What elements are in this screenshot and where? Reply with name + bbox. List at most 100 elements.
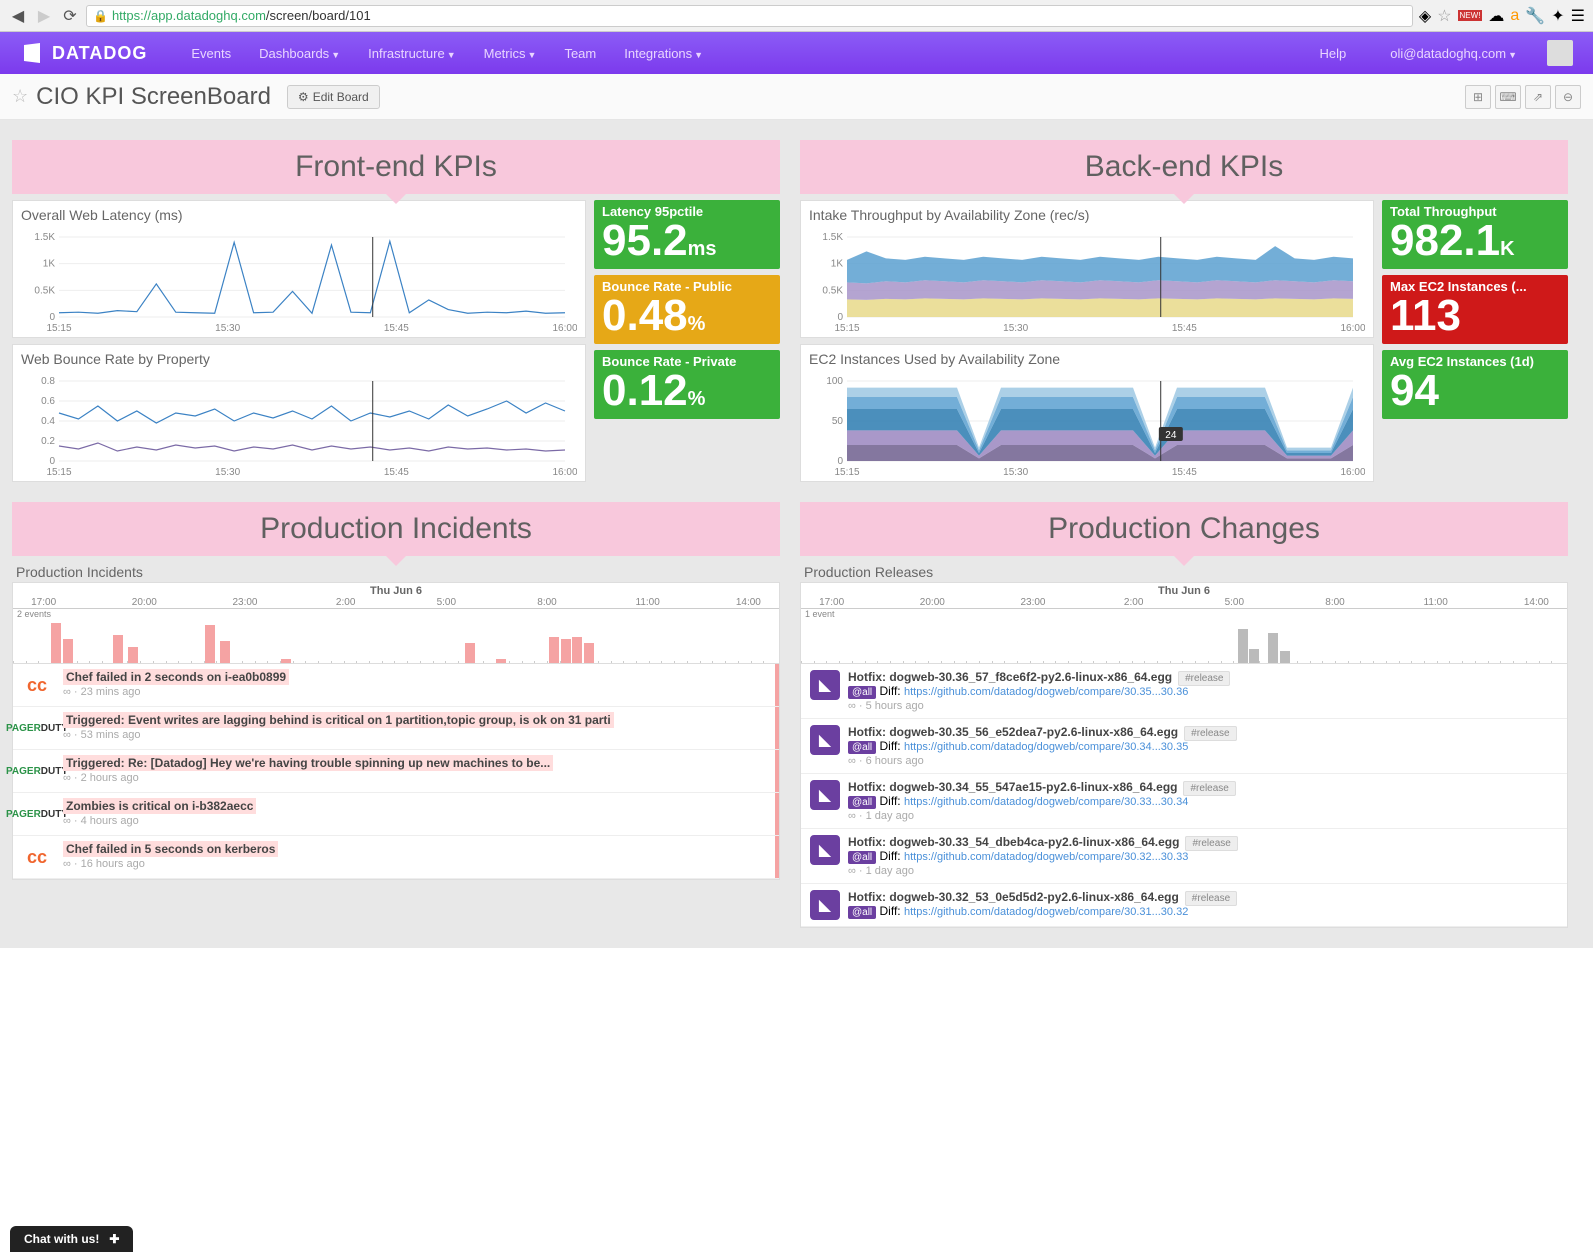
event-item[interactable]: ◣Hotfix: dogweb-30.34_55_547ae15-py2.6-l…: [801, 774, 1567, 829]
ext-icon[interactable]: 🔧: [1525, 6, 1545, 26]
section-title: Production Changes: [1048, 512, 1320, 546]
timeline-tick: 17:00: [31, 597, 56, 608]
svg-text:15:15: 15:15: [834, 323, 859, 333]
star-icon[interactable]: ☆: [1437, 6, 1451, 26]
datadog-icon: ◣: [810, 890, 840, 920]
url-host: https://app.datadoghq.com: [112, 8, 266, 23]
ext-icon[interactable]: ◈: [1419, 6, 1431, 26]
section-header: Production Incidents: [12, 502, 780, 556]
chart-svg: 05010015:1515:3015:4516:0024: [809, 377, 1365, 477]
svg-text:15:30: 15:30: [1003, 467, 1028, 477]
ext-icon[interactable]: ☁: [1488, 6, 1504, 26]
timeline-bar: [113, 635, 123, 664]
chart-latency[interactable]: Overall Web Latency (ms) 00.5K1K1.5K15:1…: [12, 200, 586, 338]
chat-widget[interactable]: Chat with us! ✚: [10, 1226, 133, 1252]
diff-link[interactable]: https://github.com/datadog/dogweb/compar…: [904, 686, 1188, 698]
ext-icon[interactable]: ✦: [1551, 6, 1564, 26]
kpi-tile[interactable]: Avg EC2 Instances (1d)94: [1382, 350, 1568, 419]
reload-button[interactable]: ⟳: [60, 6, 80, 26]
pagerduty-icon: PAGERDUTY: [19, 713, 55, 743]
event-item[interactable]: PAGERDUTYZombies is critical on i-b382ae…: [13, 793, 779, 836]
event-title: Hotfix: dogweb-30.33_54_dbeb4ca-py2.6-li…: [848, 835, 1179, 849]
diff-link[interactable]: https://github.com/datadog/dogweb/compar…: [904, 796, 1188, 808]
kpi-tile[interactable]: Max EC2 Instances (...113: [1382, 275, 1568, 344]
timeline-bar: [561, 639, 571, 664]
star-icon[interactable]: ☆: [12, 86, 28, 107]
pagerduty-icon: PAGERDUTY: [19, 756, 55, 786]
timeline-bar: [1249, 649, 1259, 664]
diff-link[interactable]: https://github.com/datadog/dogweb/compar…: [904, 851, 1188, 863]
svg-text:15:30: 15:30: [215, 467, 240, 477]
event-item[interactable]: ◣Hotfix: dogweb-30.35_56_e52dea7-py2.6-l…: [801, 719, 1567, 774]
back-button[interactable]: ◀: [8, 6, 28, 26]
event-item[interactable]: ◣Hotfix: dogweb-30.33_54_dbeb4ca-py2.6-l…: [801, 829, 1567, 884]
url-bar[interactable]: 🔒 https://app.datadoghq.com/screen/board…: [86, 5, 1413, 27]
logo[interactable]: DATADOG: [20, 41, 147, 65]
ext-icon[interactable]: a: [1510, 7, 1519, 25]
user-menu[interactable]: oli@datadoghq.com▼: [1376, 46, 1531, 61]
section-backend: Back-end KPIs Intake Throughput by Avail…: [800, 140, 1568, 482]
svg-text:0: 0: [49, 456, 55, 467]
kpi-tile[interactable]: Bounce Rate - Public0.48%: [594, 275, 780, 344]
grid-icon[interactable]: ⊞: [1465, 85, 1491, 109]
plus-icon: ✚: [109, 1232, 119, 1246]
nav-help[interactable]: Help: [1306, 46, 1361, 61]
svg-text:0.2: 0.2: [41, 436, 55, 447]
nav-metrics[interactable]: Metrics▼: [470, 46, 551, 61]
event-item[interactable]: ccChef failed in 2 seconds on i-ea0b0899…: [13, 664, 779, 707]
chevron-down-icon: ▼: [528, 50, 537, 60]
chart-bounce[interactable]: Web Bounce Rate by Property 00.20.40.60.…: [12, 344, 586, 482]
all-badge: @all: [848, 741, 876, 754]
kpi-unit: %: [688, 313, 706, 335]
kpi-value: 0.48: [602, 291, 688, 340]
timeline[interactable]: Thu Jun 6 17:0020:0023:002:005:008:0011:…: [800, 582, 1568, 664]
event-item[interactable]: ccChef failed in 5 seconds on kerberos∞ …: [13, 836, 779, 879]
diff-link[interactable]: https://github.com/datadog/dogweb/compar…: [904, 906, 1188, 918]
svg-text:1.5K: 1.5K: [822, 233, 843, 243]
event-item[interactable]: ◣Hotfix: dogweb-30.36_57_f8ce6f2-py2.6-l…: [801, 664, 1567, 719]
kpi-tile[interactable]: Total Throughput982.1K: [1382, 200, 1568, 269]
timeline-bar: [205, 625, 215, 664]
svg-text:16:00: 16:00: [1340, 467, 1365, 477]
timeline-bar: [63, 639, 73, 664]
forward-button[interactable]: ▶: [34, 6, 54, 26]
event-item[interactable]: ◣Hotfix: dogweb-30.32_53_0e5d5d2-py2.6-l…: [801, 884, 1567, 927]
chart-throughput[interactable]: Intake Throughput by Availability Zone (…: [800, 200, 1374, 338]
kpi-value: 95.2: [602, 216, 688, 265]
all-badge: @all: [848, 686, 876, 699]
chart-svg: 00.5K1K1.5K15:1515:3015:4516:00: [809, 233, 1365, 333]
timeline[interactable]: Thu Jun 6 17:0020:0023:002:005:008:0011:…: [12, 582, 780, 664]
chef-icon: cc: [19, 670, 55, 700]
timeline-bar: [128, 647, 138, 664]
svg-text:15:15: 15:15: [834, 467, 859, 477]
diff-link[interactable]: https://github.com/datadog/dogweb/compar…: [904, 741, 1188, 753]
nav-events[interactable]: Events: [177, 46, 245, 61]
event-item[interactable]: PAGERDUTYTriggered: Re: [Datadog] Hey we…: [13, 750, 779, 793]
svg-text:15:30: 15:30: [1003, 323, 1028, 333]
share-icon[interactable]: ⇗: [1525, 85, 1551, 109]
timeline-tick: 11:00: [636, 597, 660, 608]
event-severity-bar: [775, 793, 779, 835]
remove-icon[interactable]: ⊖: [1555, 85, 1581, 109]
edit-board-button[interactable]: ⚙Edit Board: [287, 85, 380, 109]
kpi-tile[interactable]: Latency 95pctile95.2ms: [594, 200, 780, 269]
chart-ec2[interactable]: EC2 Instances Used by Availability Zone …: [800, 344, 1374, 482]
nav-team[interactable]: Team: [550, 46, 610, 61]
kpi-tile[interactable]: Bounce Rate - Private0.12%: [594, 350, 780, 419]
svg-text:15:45: 15:45: [1172, 467, 1197, 477]
ext-icon[interactable]: NEW!: [1458, 10, 1483, 21]
diff-label: Diff:: [880, 684, 901, 698]
kpi-value: 982.1: [1390, 216, 1500, 265]
section-header: Front-end KPIs: [12, 140, 780, 194]
nav-infrastructure[interactable]: Infrastructure▼: [354, 46, 470, 61]
event-item[interactable]: PAGERDUTYTriggered: Event writes are lag…: [13, 707, 779, 750]
keyboard-icon[interactable]: ⌨: [1495, 85, 1521, 109]
avatar[interactable]: [1547, 40, 1573, 66]
chat-label: Chat with us!: [24, 1232, 99, 1246]
timeline-bar: [281, 659, 291, 664]
nav-integrations[interactable]: Integrations▼: [610, 46, 717, 61]
timeline-tick: 23:00: [232, 597, 257, 608]
menu-icon[interactable]: ☰: [1571, 6, 1585, 26]
event-meta: ∞ · 16 hours ago: [63, 858, 767, 870]
nav-dashboards[interactable]: Dashboards▼: [245, 46, 354, 61]
